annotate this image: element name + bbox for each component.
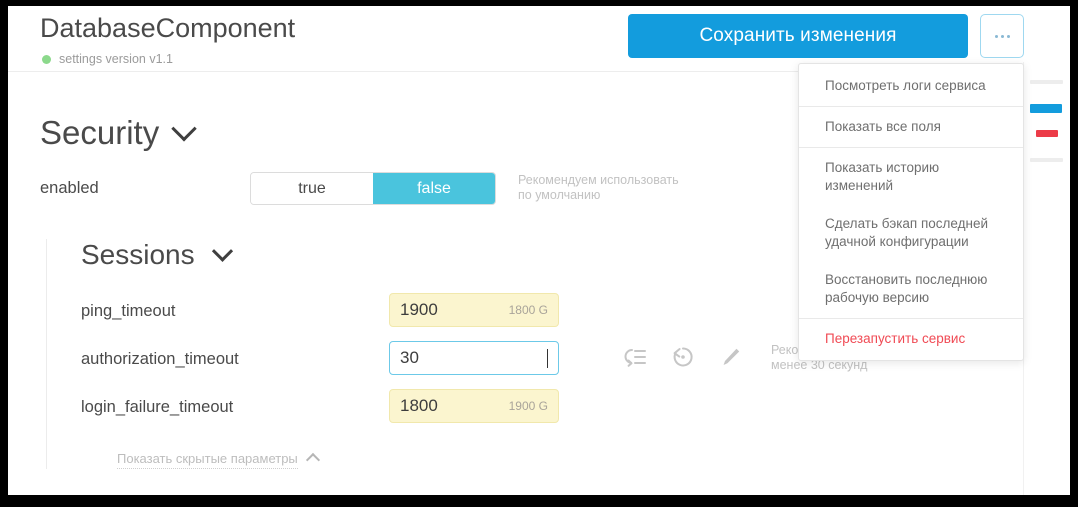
more-options-button[interactable] xyxy=(980,14,1024,58)
enabled-hint: Рекомендуем использовать по умолчанию xyxy=(518,173,679,202)
save-changes-button[interactable]: Сохранить изменения xyxy=(628,14,968,58)
toggle-option-true[interactable]: true xyxy=(251,173,373,204)
chevron-down-icon[interactable] xyxy=(211,240,233,262)
version-label: settings version v1.1 xyxy=(59,52,173,66)
ping-timeout-label: ping_timeout xyxy=(81,301,176,320)
login-failure-timeout-previous-value: 1900 G xyxy=(508,399,548,413)
security-title: Security xyxy=(40,114,160,151)
authorization-timeout-value: 30 xyxy=(400,348,419,367)
revert-icon[interactable] xyxy=(671,345,695,369)
menu-divider xyxy=(799,147,1023,148)
login-failure-timeout-value: 1800 xyxy=(400,396,438,415)
screenshot-frame: DatabaseComponent settings version v1.1 … xyxy=(0,0,1078,507)
enabled-toggle[interactable]: true false xyxy=(250,172,496,205)
minimap-marker-blue[interactable] xyxy=(1030,104,1062,113)
kebab-dot-icon xyxy=(1006,34,1010,38)
field-row-login-failure-timeout: login_failure_timeout 1800 1900 G xyxy=(81,389,1070,425)
toggle-option-false[interactable]: false xyxy=(373,173,495,204)
menu-item-show-all-fields[interactable]: Показать все поля xyxy=(799,108,1023,146)
minimap-marker-red[interactable] xyxy=(1036,130,1058,137)
login-failure-timeout-input[interactable]: 1800 1900 G xyxy=(389,389,559,423)
menu-divider xyxy=(799,318,1023,319)
enabled-label: enabled xyxy=(40,179,99,197)
version-status: settings version v1.1 xyxy=(42,52,173,66)
kebab-dot-icon xyxy=(994,34,998,38)
kebab-dot-icon xyxy=(1000,34,1004,38)
menu-item-view-logs[interactable]: Посмотреть логи сервиса xyxy=(799,67,1023,105)
field-actions xyxy=(621,345,743,369)
page-title: DatabaseComponent xyxy=(40,13,296,43)
menu-item-change-history[interactable]: Показать историю изменений xyxy=(799,149,1023,205)
sessions-title: Sessions xyxy=(81,239,195,270)
settings-page: DatabaseComponent settings version v1.1 … xyxy=(8,6,1070,495)
ping-timeout-input[interactable]: 1900 1800 G xyxy=(389,293,559,327)
minimap-line xyxy=(1030,158,1063,162)
ping-timeout-previous-value: 1800 G xyxy=(508,303,548,317)
authorization-timeout-input[interactable]: 30 xyxy=(389,341,559,375)
show-hidden-params-label: Показать скрытые параметры xyxy=(117,451,298,469)
status-dot-icon xyxy=(42,54,51,64)
authorization-timeout-label: authorization_timeout xyxy=(81,349,239,368)
chevron-down-icon[interactable] xyxy=(171,116,197,142)
minimap-line xyxy=(1030,80,1063,84)
change-minimap[interactable] xyxy=(1023,62,1070,495)
ping-timeout-value: 1900 xyxy=(400,300,438,319)
edit-icon[interactable] xyxy=(719,345,743,369)
menu-item-backup-config[interactable]: Сделать бэкап последней удачной конфигур… xyxy=(799,205,1023,261)
apply-to-all-icon[interactable] xyxy=(621,346,647,368)
text-caret xyxy=(547,348,548,368)
chevron-up-icon xyxy=(305,452,320,468)
menu-item-restart-service[interactable]: Перезапустить сервис xyxy=(799,320,1023,358)
menu-divider xyxy=(799,106,1023,107)
more-options-menu: Посмотреть логи сервиса Показать все пол… xyxy=(798,63,1024,361)
menu-item-restore-version[interactable]: Восстановить последнюю рабочую версию xyxy=(799,261,1023,317)
login-failure-timeout-label: login_failure_timeout xyxy=(81,397,234,416)
show-hidden-params-toggle[interactable]: Показать скрытые параметры xyxy=(117,451,320,469)
